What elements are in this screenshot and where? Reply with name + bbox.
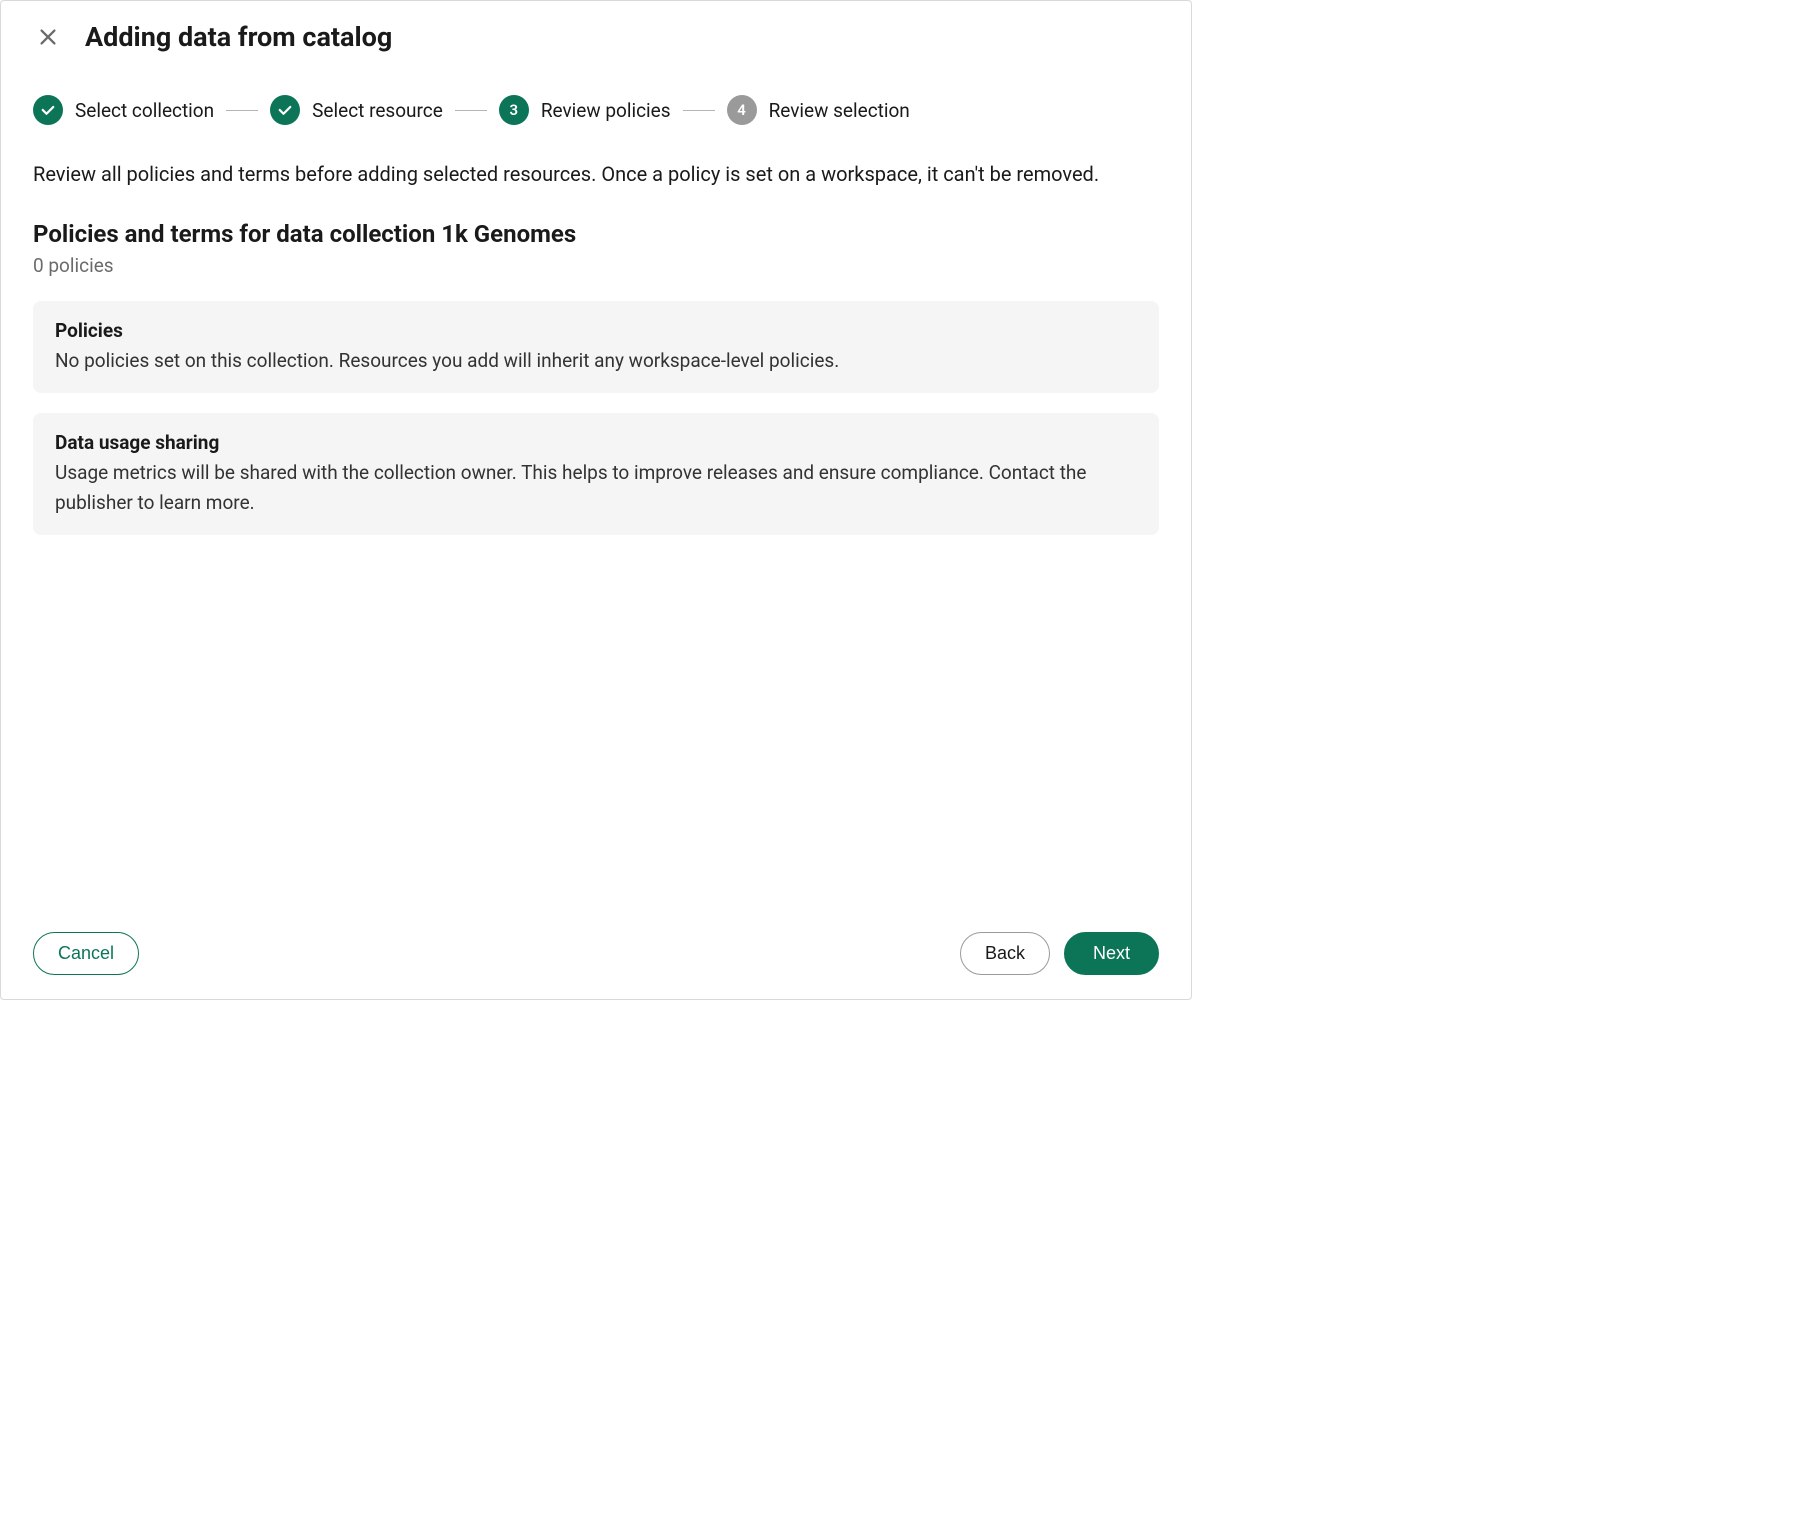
back-button[interactable]: Back <box>960 932 1050 975</box>
step-circle-done <box>270 95 300 125</box>
modal-header: Adding data from catalog <box>1 1 1191 63</box>
step-circle-active: 3 <box>499 95 529 125</box>
step-label: Select resource <box>312 99 443 122</box>
card-title: Policies <box>55 319 1137 342</box>
modal-title: Adding data from catalog <box>85 21 392 53</box>
step-circle-pending: 4 <box>727 95 757 125</box>
card-title: Data usage sharing <box>55 431 1137 454</box>
modal-body: Review all policies and terms before add… <box>1 149 1191 912</box>
data-usage-card: Data usage sharing Usage metrics will be… <box>33 413 1159 535</box>
section-title: Policies and terms for data collection 1… <box>33 220 1159 248</box>
add-data-modal: Adding data from catalog Select collecti… <box>0 0 1192 1000</box>
step-select-collection: Select collection <box>33 95 214 125</box>
modal-footer: Cancel Back Next <box>1 912 1191 999</box>
step-circle-done <box>33 95 63 125</box>
card-text: No policies set on this collection. Reso… <box>55 346 1137 375</box>
step-label: Review selection <box>769 99 910 122</box>
check-icon <box>39 101 57 119</box>
step-connector <box>683 110 715 111</box>
step-connector <box>455 110 487 111</box>
stepper: Select collection Select resource 3 Revi… <box>1 63 1191 149</box>
next-button[interactable]: Next <box>1064 932 1159 975</box>
check-icon <box>276 101 294 119</box>
close-icon <box>37 26 59 48</box>
step-review-policies: 3 Review policies <box>499 95 671 125</box>
footer-right-group: Back Next <box>960 932 1159 975</box>
step-review-selection: 4 Review selection <box>727 95 910 125</box>
policy-count: 0 policies <box>33 254 1159 277</box>
step-label: Review policies <box>541 99 671 122</box>
intro-text: Review all policies and terms before add… <box>33 159 1159 190</box>
policies-card: Policies No policies set on this collect… <box>33 301 1159 393</box>
step-select-resource: Select resource <box>270 95 443 125</box>
card-text: Usage metrics will be shared with the co… <box>55 458 1137 517</box>
cancel-button[interactable]: Cancel <box>33 932 139 975</box>
step-label: Select collection <box>75 99 214 122</box>
close-button[interactable] <box>33 22 63 52</box>
step-connector <box>226 110 258 111</box>
